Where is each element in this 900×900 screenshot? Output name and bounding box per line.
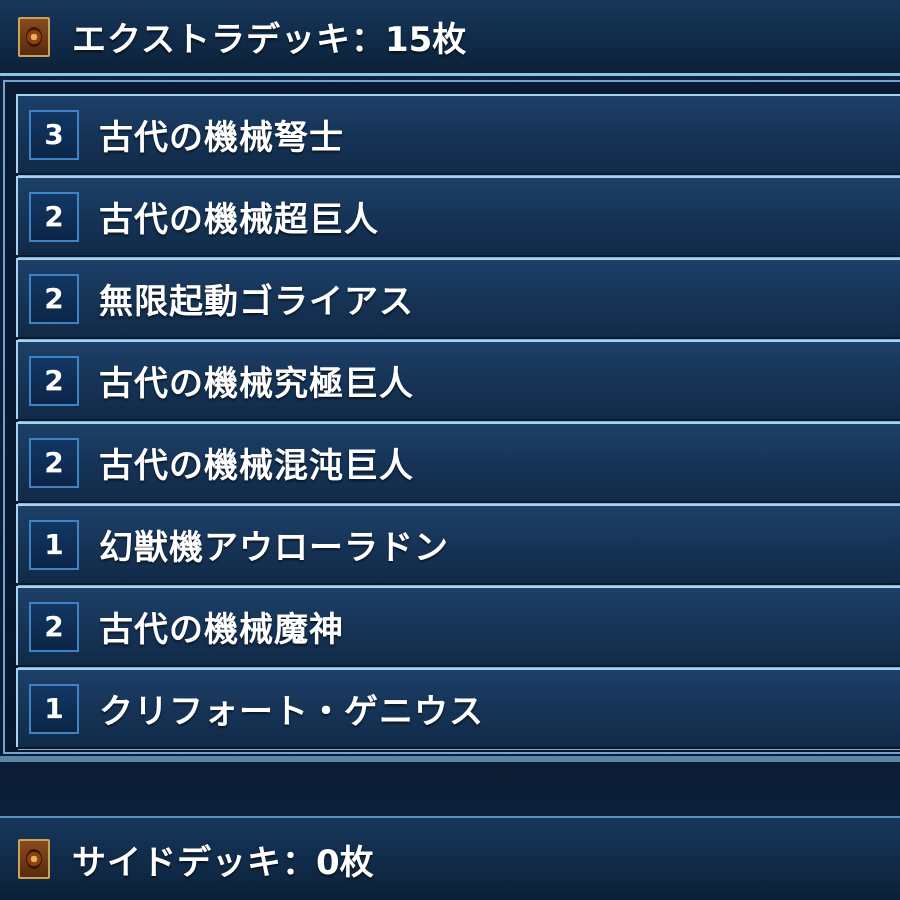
side-deck-title: サイドデッキ xyxy=(72,842,282,883)
card-name: 無限起動ゴライアス xyxy=(99,282,414,322)
deck-row[interactable]: 2 古代の機械超巨人 xyxy=(16,176,900,258)
deck-row[interactable]: 2 古代の機械魔神 xyxy=(16,586,900,668)
deck-row[interactable]: 1 クリフォート・ゲニウス xyxy=(16,668,900,750)
deck-row[interactable]: 3 古代の機械弩士 xyxy=(16,94,900,176)
card-quantity: 2 xyxy=(29,191,79,242)
card-quantity: 2 xyxy=(29,437,79,488)
extra-deck-list: 3 古代の機械弩士 2 古代の機械超巨人 2 無限起動ゴライアス 2 古代の機械… xyxy=(16,94,900,750)
extra-deck-title: エクストラデッキ xyxy=(72,20,351,60)
extra-deck-list-frame: 3 古代の機械弩士 2 古代の機械超巨人 2 無限起動ゴライアス 2 古代の機械… xyxy=(3,80,900,754)
card-quantity: 2 xyxy=(29,601,79,652)
deck-row[interactable]: 2 古代の機械混沌巨人 xyxy=(16,422,900,504)
card-quantity: 1 xyxy=(29,683,79,734)
card-name: 幻獣機アウローラドン xyxy=(99,528,449,568)
extra-deck-count: ：15枚 xyxy=(350,20,467,60)
card-quantity: 1 xyxy=(29,519,79,570)
card-name: 古代の機械究極巨人 xyxy=(99,364,414,404)
card-name: 古代の機械魔神 xyxy=(99,610,344,650)
deck-row[interactable]: 2 無限起動ゴライアス xyxy=(16,258,900,340)
side-deck-count: ：0枚 xyxy=(282,842,374,883)
side-deck-header: サイドデッキ ：0枚 xyxy=(0,816,900,900)
card-back-icon xyxy=(18,16,50,57)
card-name: 古代の機械弩士 xyxy=(99,118,344,158)
card-quantity: 3 xyxy=(29,109,79,160)
section-gap xyxy=(0,762,900,816)
deck-view: エクストラデッキ ：15枚 3 古代の機械弩士 2 古代の機械超巨人 2 無限起… xyxy=(0,0,900,900)
card-name: 古代の機械超巨人 xyxy=(99,200,379,240)
deck-row[interactable]: 2 古代の機械究極巨人 xyxy=(16,340,900,422)
card-quantity: 2 xyxy=(29,355,79,406)
extra-deck-header: エクストラデッキ ：15枚 xyxy=(0,0,900,76)
card-name: 古代の機械混沌巨人 xyxy=(99,446,414,486)
card-name: クリフォート・ゲニウス xyxy=(99,692,484,732)
card-quantity: 2 xyxy=(29,273,79,324)
card-back-icon xyxy=(18,839,50,879)
deck-row[interactable]: 1 幻獣機アウローラドン xyxy=(16,504,900,586)
